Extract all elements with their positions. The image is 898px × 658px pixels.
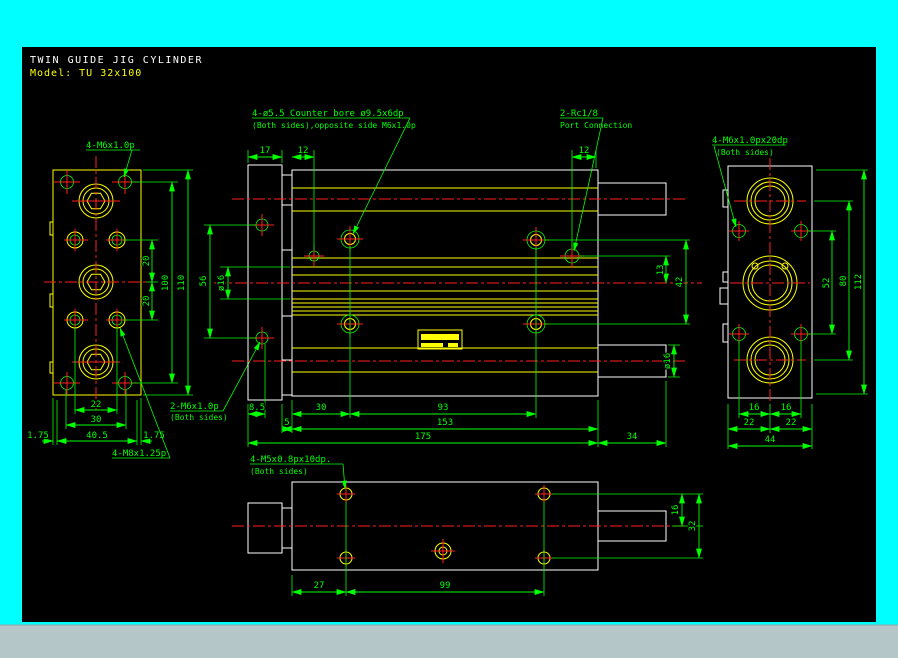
dim-bottom-rod-offset: 16 [671,505,681,516]
dim-end-side-hole-span: 52 [822,278,832,289]
annotation-port-2: Port Connection [560,121,632,130]
annotation-counter-bore-1: 4-ø5.5 Counter bore ø9.5x6dp [252,109,404,119]
annotation-thread-end-2: (Both sides) [716,148,774,157]
dim-side-overall-length: 175 [415,432,431,442]
annotation-thread-front: 4-M6x1.0p [86,141,135,151]
dim-front-hole-pitch-x: 22 [91,400,102,410]
cad-viewer-window: TWIN GUIDE JIG CYLINDER Model: TU 32x100 [0,0,898,658]
dim-side-body-length: 153 [437,418,453,428]
dim-side-flange-hole-x: 8.5 [249,403,265,413]
dim-side-rod-length: 34 [627,432,638,442]
dim-side-flange-thickness: 17 [260,146,271,156]
cad-drawing: TWIN GUIDE JIG CYLINDER Model: TU 32x100 [0,47,898,658]
annotation-thread-front-bottom: 4-M8x1.25p [112,449,166,459]
dim-side-flange-hole-span: 56 [199,276,209,287]
annotation-thread-end-1: 4-M6x1.0px20dp [712,136,788,146]
annotation-thread-side-2: (Both sides) [170,413,228,422]
drawing-model: Model: TU 32x100 [30,68,142,79]
dim-front-pitch-lower: 20 [142,296,152,307]
dim-end-hole-half-right: 16 [781,403,792,413]
dim-side-port-height: 13 [656,265,666,276]
dim-end-body-half-left: 22 [744,418,755,428]
dim-front-outer-pitch-x: 30 [91,415,102,425]
dim-bottom-hole-pitch: 99 [440,581,451,591]
dim-side-bore-dia: ø16 [217,275,227,291]
annotation-thread-side-1: 2-M6x1.0p [170,402,219,412]
dim-end-body-height: 112 [854,274,864,290]
annotation-thread-bottom-1: 4-M5x0.8px10dp. [250,455,331,465]
dim-side-hole-offset-left: 12 [298,146,309,156]
dim-side-step: 5 [284,418,289,428]
annotation-counter-bore-2: (Both sides),opposite side M6x1.0p [252,121,416,130]
annotation-thread-bottom-2: (Both sides) [250,467,308,476]
dim-side-first-hole-x: 30 [316,403,327,413]
dim-end-hole-half-left: 16 [749,403,760,413]
dim-end-body-half-right: 22 [786,418,797,428]
dim-side-hole-row-span: 42 [675,277,685,288]
dim-side-rod-dia: ø16 [663,353,673,369]
dim-front-edge-left: 1.75 [27,431,49,441]
dim-bottom-hole-row-span: 32 [688,521,698,532]
dim-end-body-width: 44 [765,435,776,445]
status-bar [0,624,898,658]
dim-front-center-width: 40.5 [86,431,108,441]
dim-side-port-offset: 12 [579,146,590,156]
dim-front-height: 110 [177,275,187,291]
dim-side-hole-pitch: 93 [438,403,449,413]
dim-bottom-first-hole-x: 27 [314,581,325,591]
dim-front-pitch-upper: 20 [142,256,152,267]
annotation-port-1: 2-Rc1/8 [560,109,598,119]
dim-end-rod-span: 80 [839,276,849,287]
dim-front-hole-span: 100 [161,275,171,291]
drawing-title: TWIN GUIDE JIG CYLINDER [30,55,203,66]
